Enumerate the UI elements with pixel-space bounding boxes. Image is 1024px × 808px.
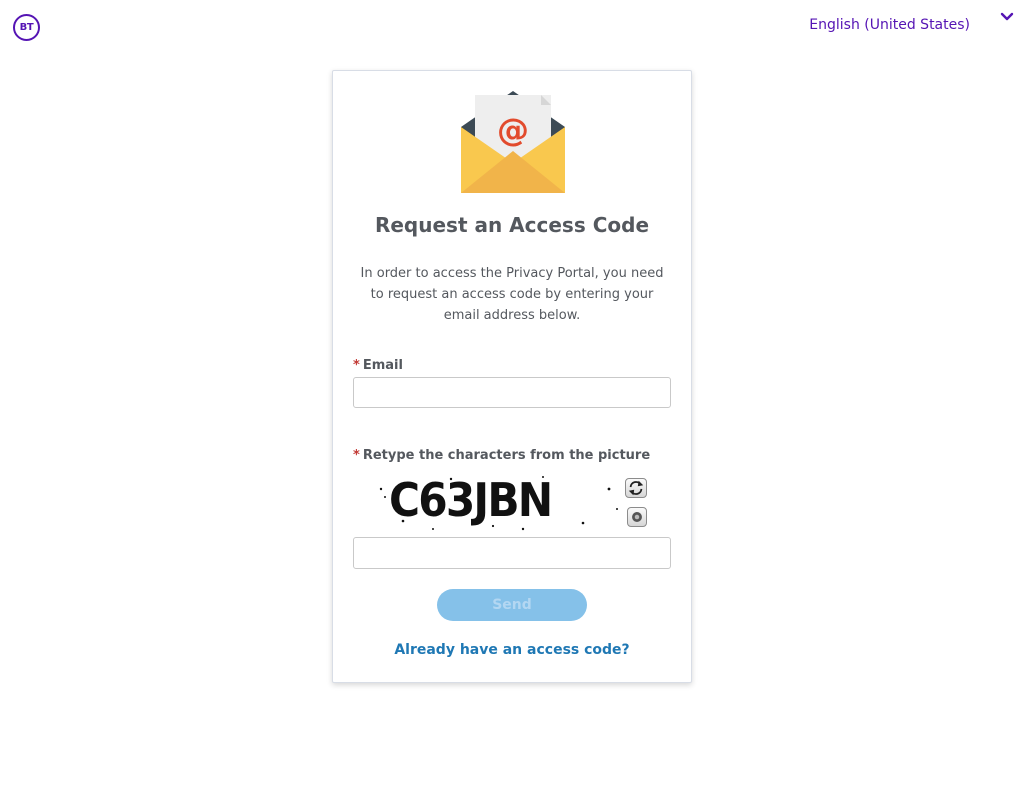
captcha-audio-button[interactable] xyxy=(627,507,647,527)
captcha-label: * Retype the characters from the picture xyxy=(353,448,650,463)
top-bar: BT English (United States) xyxy=(0,0,1024,54)
send-button[interactable]: Send xyxy=(437,589,587,621)
captcha-input[interactable] xyxy=(353,537,671,569)
intro-text: In order to access the Privacy Portal, y… xyxy=(360,266,664,323)
audio-icon xyxy=(632,512,642,522)
captcha-refresh-button[interactable] xyxy=(625,478,647,498)
email-label-text: Email xyxy=(362,358,403,373)
svg-text:@: @ xyxy=(497,111,529,149)
captcha-label-text: Retype the characters from the picture xyxy=(362,448,651,463)
required-marker: * xyxy=(353,448,360,463)
captcha-image: C63JBN xyxy=(373,471,621,533)
page-title: Request an Access Code xyxy=(374,213,650,237)
access-code-card: @ Request an Access Code In order to acc… xyxy=(332,70,692,683)
chevron-down-icon[interactable] xyxy=(1000,10,1014,24)
captcha-text: C63JBN xyxy=(389,473,553,527)
already-have-code-link[interactable]: Already have an access code? xyxy=(333,642,691,658)
email-label: * Email xyxy=(353,358,403,373)
refresh-icon xyxy=(628,480,644,496)
email-input[interactable] xyxy=(353,377,671,408)
language-selector[interactable]: English (United States) xyxy=(809,17,970,33)
envelope-at-icon: @ xyxy=(461,91,565,193)
bt-logo[interactable]: BT xyxy=(13,14,40,41)
required-marker: * xyxy=(353,358,360,373)
